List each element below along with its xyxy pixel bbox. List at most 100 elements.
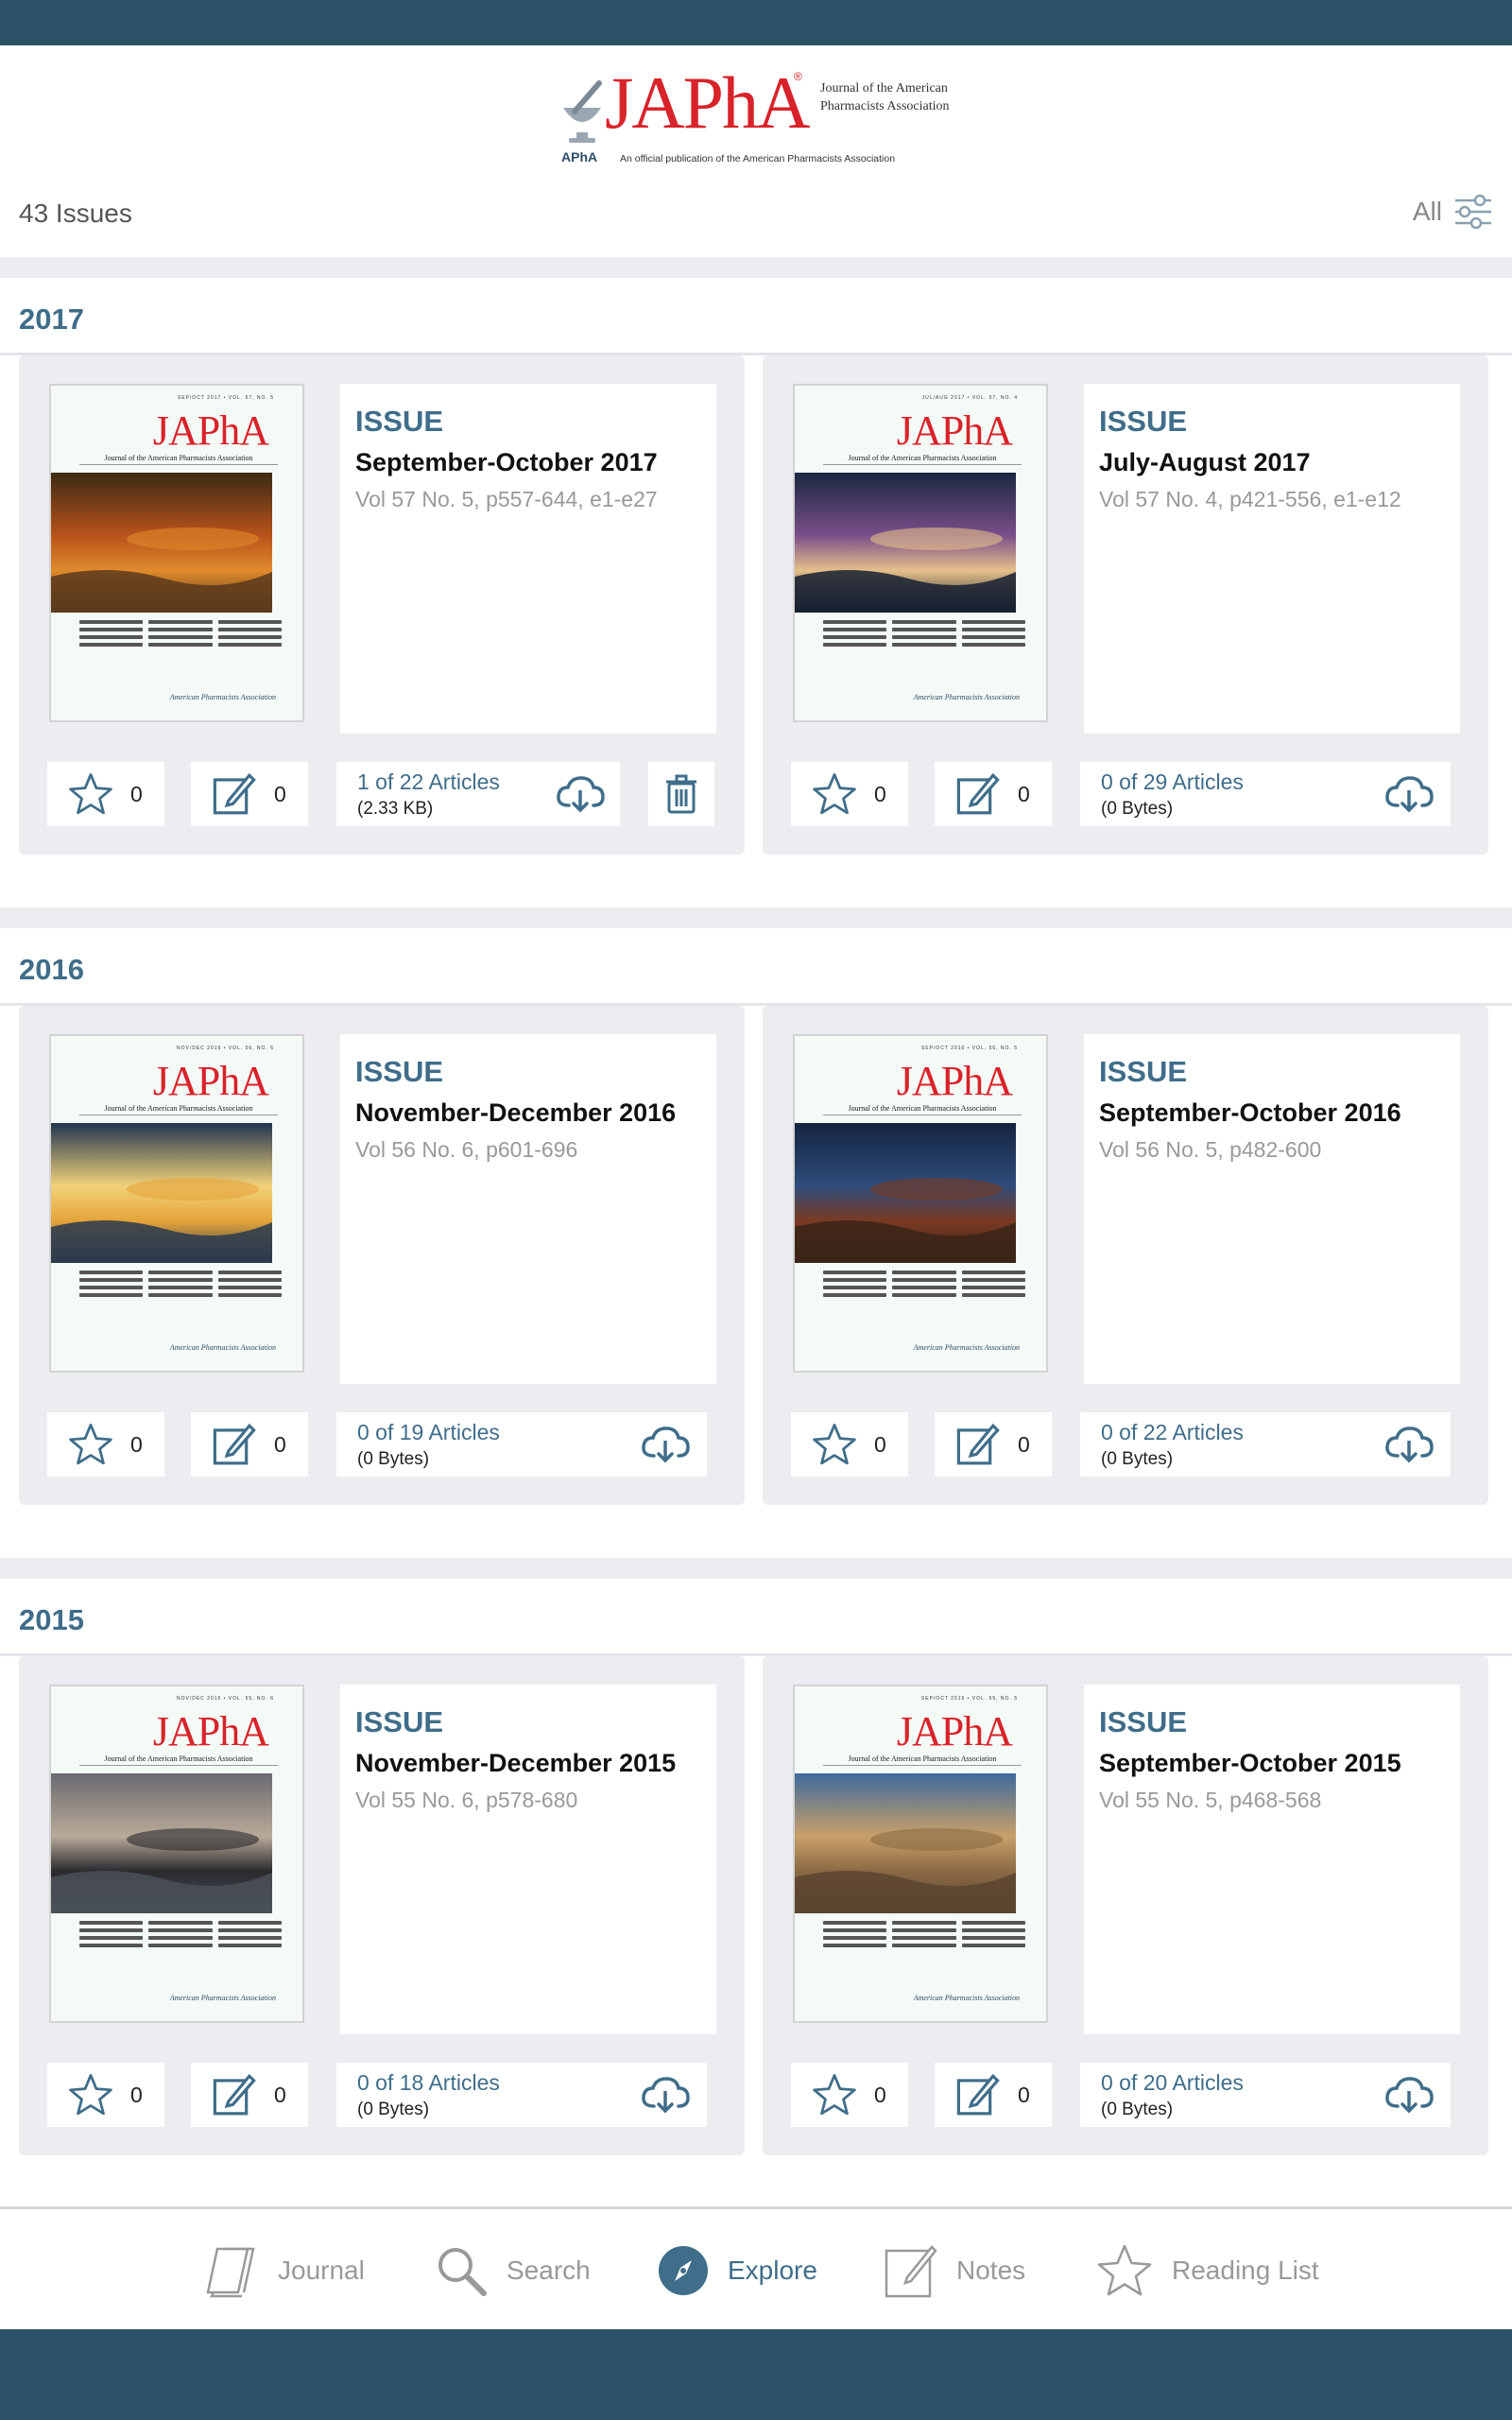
year-header: 2015 bbox=[0, 1579, 1512, 1656]
edit-note-icon bbox=[956, 772, 1000, 815]
issue-cover[interactable]: SEP/OCT 2015 • VOL. 55, NO. 5 JAPhA Journa… bbox=[793, 1685, 1048, 2023]
logo-full-name: Journal of the American Pharmacists Asso… bbox=[820, 81, 950, 113]
filter-label: All bbox=[1412, 197, 1442, 226]
cover-photo bbox=[795, 1773, 1016, 1913]
articles-download-button[interactable]: 0 of 19 Articles (0 Bytes) bbox=[336, 1412, 707, 1477]
issue-cover[interactable]: NOV/DEC 2016 • VOL. 56, NO. 6 JAPhA Journa… bbox=[49, 1034, 304, 1373]
tab-explore[interactable]: Explore bbox=[658, 2238, 817, 2304]
tab-journal[interactable]: Journal bbox=[204, 2238, 365, 2304]
cloud-download-icon bbox=[642, 2077, 690, 2114]
issue-cover[interactable]: NOV/DEC 2015 • VOL. 55, NO. 6 JAPhA Journa… bbox=[49, 1685, 304, 2023]
cover-headlines bbox=[823, 1921, 1025, 1947]
cover-logo: JAPhA bbox=[896, 407, 1013, 454]
cover-subtitle: Journal of the American Pharmacists Asso… bbox=[823, 1104, 1022, 1115]
tab-reading-list[interactable]: Reading List bbox=[1096, 2238, 1319, 2304]
star-icon bbox=[1097, 2244, 1152, 2296]
edit-note-icon bbox=[213, 772, 256, 815]
issue-kind: ISSUE bbox=[355, 405, 444, 438]
cover-publisher: American Pharmacists Association bbox=[169, 1994, 276, 2002]
cloud-download-icon bbox=[557, 776, 605, 813]
cover-meta: JUL/AUG 2017 • VOL. 57, NO. 4 bbox=[921, 395, 1018, 401]
notes-button[interactable]: 0 bbox=[191, 1412, 308, 1477]
logo-apha: APhA bbox=[561, 149, 598, 164]
cover-subtitle: Journal of the American Pharmacists Asso… bbox=[79, 1104, 278, 1115]
section-divider bbox=[0, 908, 1512, 928]
issue-info[interactable]: ISSUE September-October 2016 Vol 56 No. 5,… bbox=[1084, 1034, 1460, 1384]
issue-info[interactable]: ISSUE September-October 2017 Vol 57 No. 5,… bbox=[340, 384, 716, 734]
issue-cover[interactable]: JUL/AUG 2017 • VOL. 57, NO. 4 JAPhA Journa… bbox=[793, 384, 1048, 722]
reading-list-button[interactable]: 0 bbox=[791, 2063, 908, 2127]
reading-list-button[interactable]: 0 bbox=[47, 1412, 164, 1477]
issue-info[interactable]: ISSUE November-December 2015 Vol 55 No. 6,… bbox=[340, 1685, 716, 2034]
cover-subtitle: Journal of the American Pharmacists Asso… bbox=[79, 454, 278, 465]
issue-info[interactable]: ISSUE September-October 2015 Vol 55 No. 5,… bbox=[1084, 1685, 1460, 2034]
issue-grid: NOV/DEC 2015 • VOL. 55, NO. 6 JAPhA Journa… bbox=[0, 1656, 1512, 2174]
bottom-tab-bar: Journal Search Explore Notes Reading Lis… bbox=[0, 2206, 1512, 2329]
section-divider bbox=[0, 1558, 1512, 1579]
note-count: 0 bbox=[1018, 781, 1030, 806]
articles-count: 0 of 29 Articles bbox=[1101, 769, 1244, 794]
articles-download-button[interactable]: 0 of 18 Articles (0 Bytes) bbox=[336, 2063, 707, 2127]
articles-download-button[interactable]: 1 of 22 Articles (2.33 KB) bbox=[336, 762, 620, 826]
cover-photo bbox=[51, 1123, 272, 1263]
logo-brand: JAPhA bbox=[605, 61, 810, 144]
issue-cover[interactable]: SEP/OCT 2017 • VOL. 57, NO. 5 JAPhA Journa… bbox=[49, 384, 304, 722]
issue-info[interactable]: ISSUE July-August 2017 Vol 57 No. 4, p421-… bbox=[1084, 384, 1460, 734]
issues-toolbar: 43 Issues All bbox=[0, 166, 1512, 257]
issue-card[interactable]: JUL/AUG 2017 • VOL. 57, NO. 4 JAPhA Journa… bbox=[763, 355, 1488, 855]
reading-list-button[interactable]: 0 bbox=[47, 762, 164, 826]
year-label: 2016 bbox=[19, 953, 84, 986]
star-icon bbox=[813, 2073, 856, 2116]
edit-note-icon bbox=[213, 1423, 256, 1465]
issue-volume: Vol 57 No. 4, p421-556, e1-e12 bbox=[1099, 487, 1401, 511]
notes-button[interactable]: 0 bbox=[935, 2063, 1052, 2127]
cloud-download-icon bbox=[642, 1426, 690, 1463]
articles-download-button[interactable]: 0 of 29 Articles (0 Bytes) bbox=[1080, 762, 1451, 826]
cover-meta: SEP/OCT 2015 • VOL. 55, NO. 5 bbox=[920, 1696, 1018, 1702]
articles-download-button[interactable]: 0 of 20 Articles (0 Bytes) bbox=[1080, 2063, 1451, 2127]
year-header: 2016 bbox=[0, 928, 1512, 1006]
issue-card[interactable]: SEP/OCT 2015 • VOL. 55, NO. 5 JAPhA Journa… bbox=[763, 1656, 1488, 2155]
cover-photo bbox=[795, 473, 1016, 613]
reading-list-button[interactable]: 0 bbox=[791, 1412, 908, 1477]
issue-volume: Vol 55 No. 6, p578-680 bbox=[355, 1788, 578, 1812]
issue-kind: ISSUE bbox=[355, 1055, 444, 1088]
issue-kind: ISSUE bbox=[355, 1705, 444, 1738]
app-header: JAPhA ® Journal of the American Pharmaci… bbox=[0, 45, 1512, 166]
issue-grid: SEP/OCT 2017 • VOL. 57, NO. 5 JAPhA Journa… bbox=[0, 355, 1512, 873]
cover-headlines bbox=[79, 1921, 282, 1947]
issue-card[interactable]: NOV/DEC 2015 • VOL. 55, NO. 6 JAPhA Journa… bbox=[19, 1656, 745, 2155]
filter-button[interactable]: All bbox=[1413, 193, 1493, 231]
tab-search-label: Search bbox=[507, 2256, 591, 2285]
edit-note-icon bbox=[956, 2073, 1000, 2116]
issue-info[interactable]: ISSUE November-December 2016 Vol 56 No. 6,… bbox=[340, 1034, 716, 1384]
issue-kind: ISSUE bbox=[1099, 1705, 1188, 1738]
notes-icon bbox=[885, 2245, 937, 2298]
issue-card[interactable]: SEP/OCT 2017 • VOL. 57, NO. 5 JAPhA Journa… bbox=[19, 355, 745, 855]
tab-search[interactable]: Search bbox=[435, 2238, 591, 2304]
reading-list-button[interactable]: 0 bbox=[791, 762, 908, 826]
tab-explore-label: Explore bbox=[728, 2256, 817, 2285]
notes-button[interactable]: 0 bbox=[935, 762, 1052, 826]
year-header: 2017 bbox=[0, 278, 1512, 355]
cover-publisher: American Pharmacists Association bbox=[169, 693, 276, 701]
download-size: (2.33 KB) bbox=[357, 799, 434, 819]
cover-publisher: American Pharmacists Association bbox=[913, 1994, 1020, 2002]
cover-publisher: American Pharmacists Association bbox=[913, 693, 1020, 701]
issue-volume: Vol 56 No. 6, p601-696 bbox=[355, 1137, 578, 1162]
issue-card[interactable]: SEP/OCT 2016 • VOL. 56, NO. 5 JAPhA Journa… bbox=[763, 1006, 1488, 1505]
download-size: (0 Bytes) bbox=[1101, 1449, 1174, 1469]
articles-download-button[interactable]: 0 of 22 Articles (0 Bytes) bbox=[1080, 1412, 1451, 1477]
star-icon bbox=[813, 772, 856, 815]
tab-notes[interactable]: Notes bbox=[885, 2238, 1025, 2304]
year-label: 2015 bbox=[19, 1603, 84, 1636]
notes-button[interactable]: 0 bbox=[935, 1412, 1052, 1477]
issue-card[interactable]: NOV/DEC 2016 • VOL. 56, NO. 6 JAPhA Journa… bbox=[19, 1006, 745, 1505]
delete-button[interactable] bbox=[648, 762, 714, 826]
note-count: 0 bbox=[274, 781, 286, 806]
issue-cover[interactable]: SEP/OCT 2016 • VOL. 56, NO. 5 JAPhA Journa… bbox=[793, 1034, 1048, 1373]
notes-button[interactable]: 0 bbox=[191, 762, 308, 826]
reading-list-button[interactable]: 0 bbox=[47, 2063, 164, 2127]
journal-icon bbox=[206, 2247, 255, 2298]
notes-button[interactable]: 0 bbox=[191, 2063, 308, 2127]
